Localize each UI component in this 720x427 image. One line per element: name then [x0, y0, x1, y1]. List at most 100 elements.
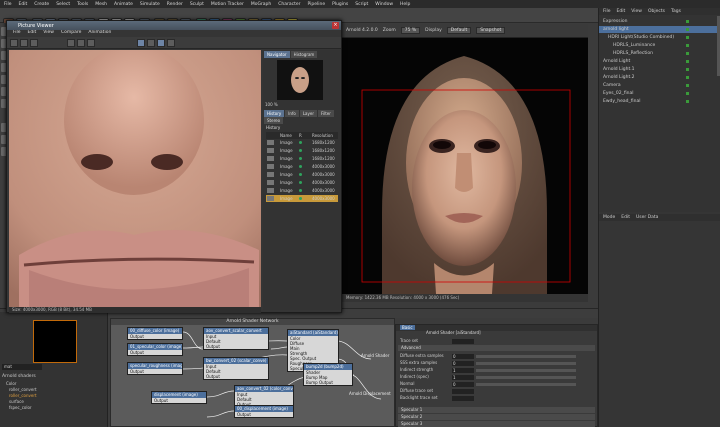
- attr-slider[interactable]: [476, 362, 576, 365]
- navigator-thumbnail[interactable]: [277, 60, 323, 100]
- visibility-check-icon[interactable]: [686, 76, 689, 79]
- basic-tab[interactable]: Basic: [400, 325, 415, 330]
- attr-value-field[interactable]: 1: [452, 375, 474, 380]
- material-tree-item[interactable]: fspec_color: [9, 405, 32, 410]
- attr-value-field[interactable]: [452, 389, 474, 394]
- menu-item[interactable]: Mesh: [95, 2, 107, 7]
- shader-node[interactable]: displacement (image) Output: [151, 391, 207, 404]
- node-port[interactable]: Output: [152, 398, 206, 403]
- node-port[interactable]: Bump Output: [304, 380, 352, 385]
- history-row[interactable]: Image 4000x3000: [266, 187, 338, 194]
- attr-sub-section[interactable]: Specular 2: [398, 414, 595, 420]
- object-row[interactable]: HDRLS_Reflection: [599, 50, 720, 57]
- visibility-check-icon[interactable]: [686, 20, 689, 23]
- menu-item[interactable]: Render: [167, 2, 183, 7]
- channel-icon[interactable]: [157, 39, 165, 47]
- tab-history[interactable]: History: [264, 110, 285, 117]
- visibility-check-icon[interactable]: [686, 36, 689, 39]
- visibility-check-icon[interactable]: [686, 44, 689, 47]
- object-row[interactable]: Eyes_02_final: [599, 90, 720, 97]
- tab-info[interactable]: Info: [285, 110, 299, 117]
- object-row[interactable]: Ewdy_head_final: [599, 98, 720, 105]
- menu-item[interactable]: Window: [375, 2, 393, 7]
- am-menu-item[interactable]: Mode: [603, 214, 615, 221]
- trace-set-field[interactable]: [452, 339, 474, 344]
- om-menu-item[interactable]: Objects: [648, 8, 665, 15]
- am-menu-item[interactable]: User Data: [636, 214, 658, 221]
- menu-item[interactable]: Script: [355, 2, 368, 7]
- visibility-check-icon[interactable]: [686, 68, 689, 71]
- menu-item[interactable]: Motion Tracker: [211, 2, 244, 7]
- render-closeup-image[interactable]: [9, 50, 261, 308]
- menu-item[interactable]: Sculpt: [190, 2, 204, 7]
- pv-menu-item[interactable]: Animation: [88, 30, 111, 37]
- history-row[interactable]: Image 4000x3000: [266, 171, 338, 178]
- shader-node[interactable]: 00_diffuse_color (image) Output: [127, 327, 183, 340]
- render-icon[interactable]: [10, 39, 18, 47]
- material-tree-item[interactable]: surface: [9, 399, 24, 404]
- am-menu-item[interactable]: Edit: [621, 214, 630, 221]
- menu-item[interactable]: Edit: [19, 2, 28, 7]
- material-search-input[interactable]: mat: [2, 364, 42, 370]
- menu-item[interactable]: Select: [56, 2, 70, 7]
- visibility-check-icon[interactable]: [686, 84, 689, 87]
- node-port[interactable]: Output: [204, 344, 268, 349]
- menu-item[interactable]: Create: [34, 2, 49, 7]
- object-row[interactable]: Camera: [599, 82, 720, 89]
- menu-item[interactable]: File: [4, 2, 12, 7]
- shader-node[interactable]: bw_convert_02 (scalar_conve) Input Default…: [203, 357, 269, 380]
- tab-filter[interactable]: Filter: [317, 110, 334, 117]
- object-row[interactable]: Expression: [599, 18, 720, 25]
- om-menu-item[interactable]: Tags: [671, 8, 681, 15]
- attr-value-field[interactable]: [452, 396, 474, 401]
- history-row[interactable]: Image 4000x3000: [266, 179, 338, 186]
- view-icon[interactable]: [137, 39, 145, 47]
- menu-item[interactable]: Help: [400, 2, 410, 7]
- shader-node[interactable]: aov_convert_scalar_convert Input Default Ou…: [203, 327, 269, 350]
- display-select[interactable]: Default: [446, 27, 472, 34]
- attr-value-field[interactable]: 0: [452, 361, 474, 366]
- close-icon[interactable]: ×: [332, 22, 339, 29]
- visibility-check-icon[interactable]: [686, 60, 689, 63]
- attr-sub-section[interactable]: Specular 1: [398, 407, 595, 413]
- render-viewport[interactable]: [342, 38, 588, 294]
- navigator-zoom[interactable]: 100 %: [265, 102, 278, 107]
- attr-value-field[interactable]: 0: [452, 382, 474, 387]
- picture-viewer-titlebar[interactable]: Picture Viewer ×: [7, 21, 341, 30]
- history-row[interactable]: Image 4000x3000: [266, 195, 338, 202]
- menu-item[interactable]: Simulate: [140, 2, 160, 7]
- attr-slider[interactable]: [476, 369, 576, 372]
- object-row[interactable]: Arnold Light.1: [599, 66, 720, 73]
- shader-node[interactable]: specular_roughness (image) Output: [127, 362, 183, 375]
- save-icon[interactable]: [30, 39, 38, 47]
- object-row[interactable]: Arnold Light: [599, 58, 720, 65]
- advanced-section[interactable]: Advanced: [398, 345, 595, 351]
- history-row[interactable]: Image 4000x3000: [266, 163, 338, 170]
- menu-item[interactable]: Plugins: [332, 2, 348, 7]
- attr-slider[interactable]: [476, 383, 576, 386]
- compare-icon[interactable]: [147, 39, 155, 47]
- object-row[interactable]: HDRI Light(Studio Combined): [599, 34, 720, 41]
- history-row[interactable]: Image 1680x1200: [266, 155, 338, 162]
- attr-sub-section[interactable]: Specular 3: [398, 421, 595, 427]
- pv-menu-item[interactable]: File: [13, 30, 21, 37]
- object-row[interactable]: HDRLS_Luminance: [599, 42, 720, 49]
- attr-value-field[interactable]: 1: [452, 368, 474, 373]
- shader-node[interactable]: bump2d (bump2d) Shader Bump Map Bump Output: [303, 363, 353, 386]
- visibility-check-icon[interactable]: [686, 52, 689, 55]
- pv-menu-item[interactable]: Edit: [28, 30, 37, 37]
- pv-menu-item[interactable]: Compare: [61, 30, 81, 37]
- node-port[interactable]: Output: [235, 412, 293, 417]
- material-tree-item[interactable]: roller_convert: [9, 387, 37, 392]
- node-port[interactable]: Output: [128, 369, 182, 374]
- visibility-check-icon[interactable]: [686, 28, 689, 31]
- material-swatch[interactable]: [33, 320, 77, 363]
- node-port[interactable]: Output: [128, 350, 182, 355]
- history-row[interactable]: Image 1680x1200: [266, 147, 338, 154]
- shader-node[interactable]: 00_displacement (image) Output: [234, 405, 294, 418]
- visibility-check-icon[interactable]: [686, 92, 689, 95]
- om-menu-item[interactable]: File: [603, 8, 611, 15]
- object-row[interactable]: Arnold Light.2: [599, 74, 720, 81]
- om-menu-item[interactable]: View: [631, 8, 642, 15]
- material-tree-item[interactable]: Color: [6, 381, 16, 386]
